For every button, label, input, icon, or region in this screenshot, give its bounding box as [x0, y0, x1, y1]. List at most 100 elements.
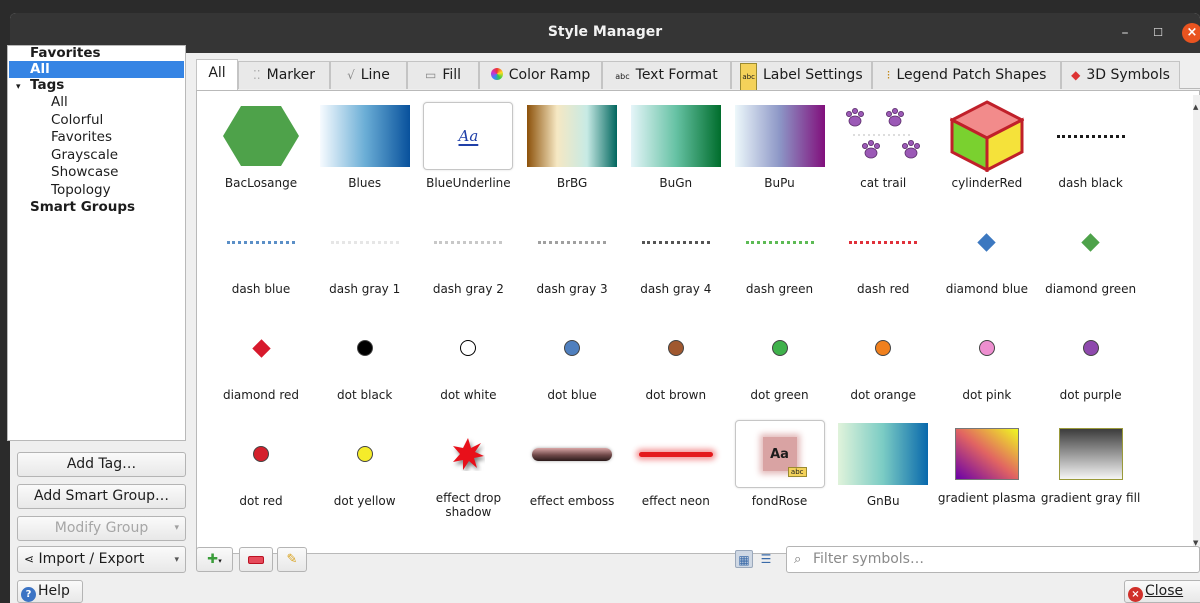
symbol-item[interactable]: dash green	[728, 205, 832, 311]
maximize-button[interactable]: ☐	[1148, 23, 1168, 43]
symbol-item[interactable]: Aa BlueUnderline	[416, 99, 520, 205]
symbol-item[interactable]: BuGn	[624, 99, 728, 205]
symbol-item[interactable]: dot blue	[520, 311, 624, 417]
symbol-name: dash gray 4	[640, 282, 712, 296]
tab-legend-patch-shapes[interactable]: ⁝ Legend Patch Shapes	[872, 61, 1061, 89]
tree-tag-grayscale[interactable]: Grayscale	[51, 147, 118, 164]
group-tree[interactable]: Favorites All ▾ Tags All Colorful Favori…	[7, 45, 186, 441]
symbol-preview	[942, 208, 1032, 276]
symbol-item[interactable]: dash red	[831, 205, 935, 311]
symbol-item[interactable]: dot brown	[624, 311, 728, 417]
symbol-item[interactable]: BacLosange	[209, 99, 313, 205]
symbol-item[interactable]: BuPu	[728, 99, 832, 205]
tags-expand-icon[interactable]: ▾	[16, 79, 21, 96]
symbol-preview	[320, 420, 410, 488]
symbol-name: BuGn	[659, 176, 693, 190]
symbol-item[interactable]: cat trail	[831, 99, 935, 205]
symbol-name: dot white	[440, 388, 497, 402]
tab-fill[interactable]: ▭ Fill	[407, 61, 479, 89]
symbol-item[interactable]: dot white	[416, 311, 520, 417]
symbol-preview	[1046, 420, 1136, 488]
list-view-button[interactable]: ☰	[757, 550, 775, 568]
symbol-item[interactable]: dot orange	[831, 311, 935, 417]
symbol-item[interactable]: dot pink	[935, 311, 1039, 417]
filter-symbols-input[interactable]: ⌕ Filter symbols…	[786, 546, 1200, 573]
close-window-button[interactable]: ×	[1182, 23, 1200, 43]
tree-tags[interactable]: Tags	[30, 77, 64, 94]
tab-all[interactable]: All	[196, 59, 238, 90]
tree-all[interactable]: All	[9, 61, 184, 78]
symbol-graphic: Aa abc	[762, 437, 807, 477]
symbol-item[interactable]: dash gray 2	[416, 205, 520, 311]
tree-tag-showcase[interactable]: Showcase	[51, 164, 118, 181]
symbol-name: BacLosange	[224, 176, 298, 190]
edit-symbol-button[interactable]: ✎	[277, 547, 307, 572]
tree-tag-topology[interactable]: Topology	[51, 182, 111, 199]
symbol-graphic	[453, 438, 485, 470]
symbol-item[interactable]: dash black	[1039, 99, 1143, 205]
help-button[interactable]: ? Help	[17, 580, 83, 603]
symbol-item[interactable]: dash gray 3	[520, 205, 624, 311]
symbol-item[interactable]: gradient plasma	[935, 417, 1039, 523]
title-bar: Style Manager – ☐ ×	[10, 13, 1200, 53]
symbol-name: gradient plasma	[937, 491, 1036, 505]
tab-text-format[interactable]: abc Text Format	[602, 61, 731, 89]
minimize-button[interactable]: –	[1115, 23, 1135, 43]
symbol-item[interactable]: dash gray 4	[624, 205, 728, 311]
symbol-item[interactable]: effect neon	[624, 417, 728, 523]
close-button[interactable]: × Close	[1124, 580, 1200, 603]
symbol-preview	[423, 314, 513, 382]
import-export-button[interactable]: ⋖ Import / Export ▾	[17, 546, 186, 573]
scroll-up-icon[interactable]: ▲	[1193, 103, 1198, 111]
symbol-preview	[838, 420, 929, 488]
tab-marker[interactable]: ⁚⁚ Marker	[238, 61, 330, 89]
symbol-item[interactable]: GnBu	[831, 417, 935, 523]
symbol-item[interactable]: dot purple	[1039, 311, 1143, 417]
symbol-item[interactable]: cylinderRed	[935, 99, 1039, 205]
tree-favorites[interactable]: Favorites	[30, 45, 101, 62]
tab-color-ramp[interactable]: Color Ramp	[479, 61, 602, 89]
add-symbol-button[interactable]: ✚▾	[196, 547, 233, 572]
symbol-name: diamond blue	[945, 282, 1029, 296]
tab-line[interactable]: √ Line	[330, 61, 407, 89]
symbol-graphic	[868, 140, 875, 147]
label-icon: abc	[740, 63, 757, 91]
symbol-item[interactable]: dot yellow	[313, 417, 417, 523]
tab-marker-label: Marker	[266, 67, 316, 83]
symbol-item[interactable]: effect emboss	[520, 417, 624, 523]
add-smart-group-button[interactable]: Add Smart Group…	[17, 484, 186, 509]
symbol-item[interactable]: Blues	[313, 99, 417, 205]
symbol-item[interactable]: Aa abc fondRose	[728, 417, 832, 523]
grid-scrollbar[interactable]: ▲ ▼	[1193, 95, 1200, 547]
add-tag-button[interactable]: Add Tag…	[17, 452, 186, 477]
symbol-item[interactable]: dash blue	[209, 205, 313, 311]
tree-tag-colorful[interactable]: Colorful	[51, 112, 103, 129]
symbol-item[interactable]: BrBG	[520, 99, 624, 205]
symbol-item[interactable]: dot black	[313, 311, 417, 417]
minus-icon	[248, 555, 264, 564]
symbol-item[interactable]: diamond green	[1039, 205, 1143, 311]
share-icon: ⋖	[24, 552, 35, 566]
symbol-item[interactable]: dash gray 1	[313, 205, 417, 311]
symbol-preview	[942, 100, 1032, 172]
symbol-graphic	[1081, 232, 1100, 252]
symbol-graphic	[858, 111, 865, 117]
modify-group-button[interactable]: Modify Group ▾	[17, 516, 186, 541]
symbol-graphic	[460, 340, 477, 356]
symbol-item[interactable]: diamond red	[209, 311, 313, 417]
symbol-preview	[631, 314, 721, 382]
symbol-item[interactable]: dot green	[728, 311, 832, 417]
symbol-item[interactable]: dot red	[209, 417, 313, 523]
remove-symbol-button[interactable]	[239, 547, 273, 572]
tab-label-settings[interactable]: abc Label Settings	[731, 61, 872, 91]
symbol-graphic	[848, 115, 862, 127]
symbol-item[interactable]: gradient gray fill	[1039, 417, 1143, 523]
tree-tag-favorites[interactable]: Favorites	[51, 129, 112, 146]
symbol-preview	[942, 314, 1032, 382]
tree-tag-all[interactable]: All	[51, 94, 68, 111]
tab-3d-symbols[interactable]: ◆ 3D Symbols	[1061, 61, 1180, 89]
tree-smart-groups[interactable]: Smart Groups	[30, 199, 135, 216]
symbol-item[interactable]: diamond blue	[935, 205, 1039, 311]
symbol-item[interactable]: effect drop shadow	[416, 417, 520, 523]
icon-view-button[interactable]: ▦	[735, 550, 753, 568]
